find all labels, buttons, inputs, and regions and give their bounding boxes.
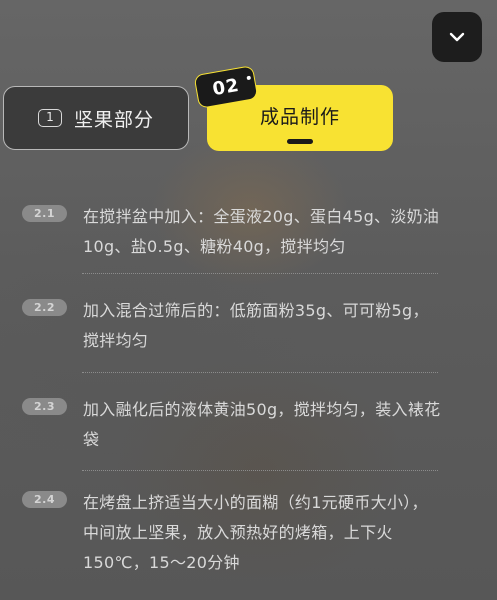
step-divider bbox=[82, 470, 438, 471]
collapse-button[interactable] bbox=[432, 12, 482, 62]
step-text: 在搅拌盆中加入：全蛋液20g、蛋白45g、淡奶油10g、盐0.5g、糖粉40g，… bbox=[83, 207, 440, 256]
tab-label: 成品制作 bbox=[259, 105, 340, 128]
step-text: 在烤盘上挤适当大小的面糊（约1元硬币大小），中间放上坚果，放入预热好的烤箱，上下… bbox=[83, 493, 428, 572]
chevron-down-icon bbox=[449, 32, 465, 42]
tab-number-badge: 1 bbox=[37, 109, 62, 127]
step-number-text: 02 bbox=[210, 74, 242, 100]
step-item: 2.3 加入融化后的液体黄油50g，搅拌均匀，装入裱花袋 bbox=[22, 395, 452, 457]
step-tag: 2.3 bbox=[22, 398, 67, 415]
step-item: 2.4 在烤盘上挤适当大小的面糊（约1元硬币大小），中间放上坚果，放入预热好的烤… bbox=[22, 488, 452, 580]
step-tag: 2.2 bbox=[22, 299, 67, 316]
badge-dot bbox=[246, 75, 252, 81]
step-tag: 2.1 bbox=[22, 205, 67, 222]
tab-nut-part[interactable]: 1 坚果部分 bbox=[3, 86, 189, 150]
step-text: 加入混合过筛后的：低筋面粉35g、可可粉5g，搅拌均匀 bbox=[83, 301, 429, 350]
step-item: 2.1 在搅拌盆中加入：全蛋液20g、蛋白45g、淡奶油10g、盐0.5g、糖粉… bbox=[22, 202, 452, 264]
step-divider bbox=[82, 273, 438, 274]
tab-label: 坚果部分 bbox=[73, 108, 154, 131]
active-tab-indicator bbox=[287, 139, 313, 144]
step-tag: 2.4 bbox=[22, 491, 67, 508]
step-item: 2.2 加入混合过筛后的：低筋面粉35g、可可粉5g，搅拌均匀 bbox=[22, 296, 452, 358]
step-divider bbox=[82, 372, 438, 373]
step-text: 加入融化后的液体黄油50g，搅拌均匀，装入裱花袋 bbox=[83, 400, 441, 449]
